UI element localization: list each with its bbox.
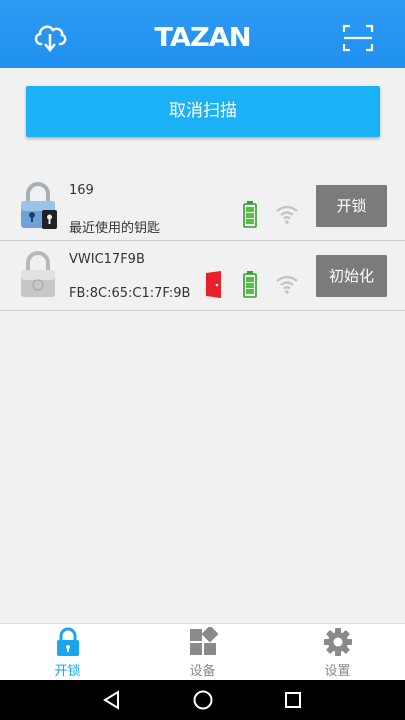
- tab-label: 设置: [324, 664, 351, 679]
- initialize-button[interactable]: 初始化: [316, 255, 387, 297]
- cloud-download-icon[interactable]: [32, 22, 68, 54]
- tab-label: 开锁: [54, 664, 81, 679]
- tab-unlock[interactable]: 开锁: [0, 624, 135, 681]
- tab-label: 设备: [189, 664, 216, 679]
- battery-icon: [243, 271, 257, 298]
- gear-icon: [323, 627, 353, 657]
- tab-settings[interactable]: 设置: [270, 624, 405, 681]
- padlock-with-key-icon: [18, 180, 58, 230]
- cancel-scan-button[interactable]: 取消扫描: [26, 86, 380, 137]
- device-subtitle: 最近使用的钥匙: [69, 221, 161, 236]
- tab-devices[interactable]: 设备: [135, 624, 270, 681]
- device-row[interactable]: VWIC17F9B FB:8C:65:C1:7F:9B 初始化: [0, 241, 405, 311]
- scan-frame-icon[interactable]: [340, 22, 376, 54]
- wifi-signal-icon: [275, 204, 299, 224]
- unlock-button[interactable]: 开锁: [316, 185, 387, 227]
- device-subtitle: FB:8C:65:C1:7F:9B: [69, 286, 191, 301]
- back-triangle-icon[interactable]: [100, 688, 124, 712]
- device-name: VWIC17F9B: [69, 252, 145, 267]
- wifi-signal-icon: [275, 274, 299, 294]
- door-icon: [206, 271, 221, 298]
- grid-icon: [188, 625, 219, 657]
- padlock-icon: [18, 249, 58, 299]
- tazan-logo: TAZAN: [154, 23, 251, 53]
- system-nav-bar: [0, 680, 405, 720]
- device-row[interactable]: 169 最近使用的钥匙 开锁: [0, 171, 405, 241]
- app-header: TAZAN: [0, 0, 405, 68]
- recent-square-icon[interactable]: [281, 688, 305, 712]
- home-circle-icon[interactable]: [191, 688, 215, 712]
- device-name: 169: [69, 183, 94, 198]
- battery-icon: [243, 201, 257, 228]
- bottom-tab-bar: 开锁 设备 设置: [0, 623, 405, 680]
- lock-icon: [53, 627, 83, 657]
